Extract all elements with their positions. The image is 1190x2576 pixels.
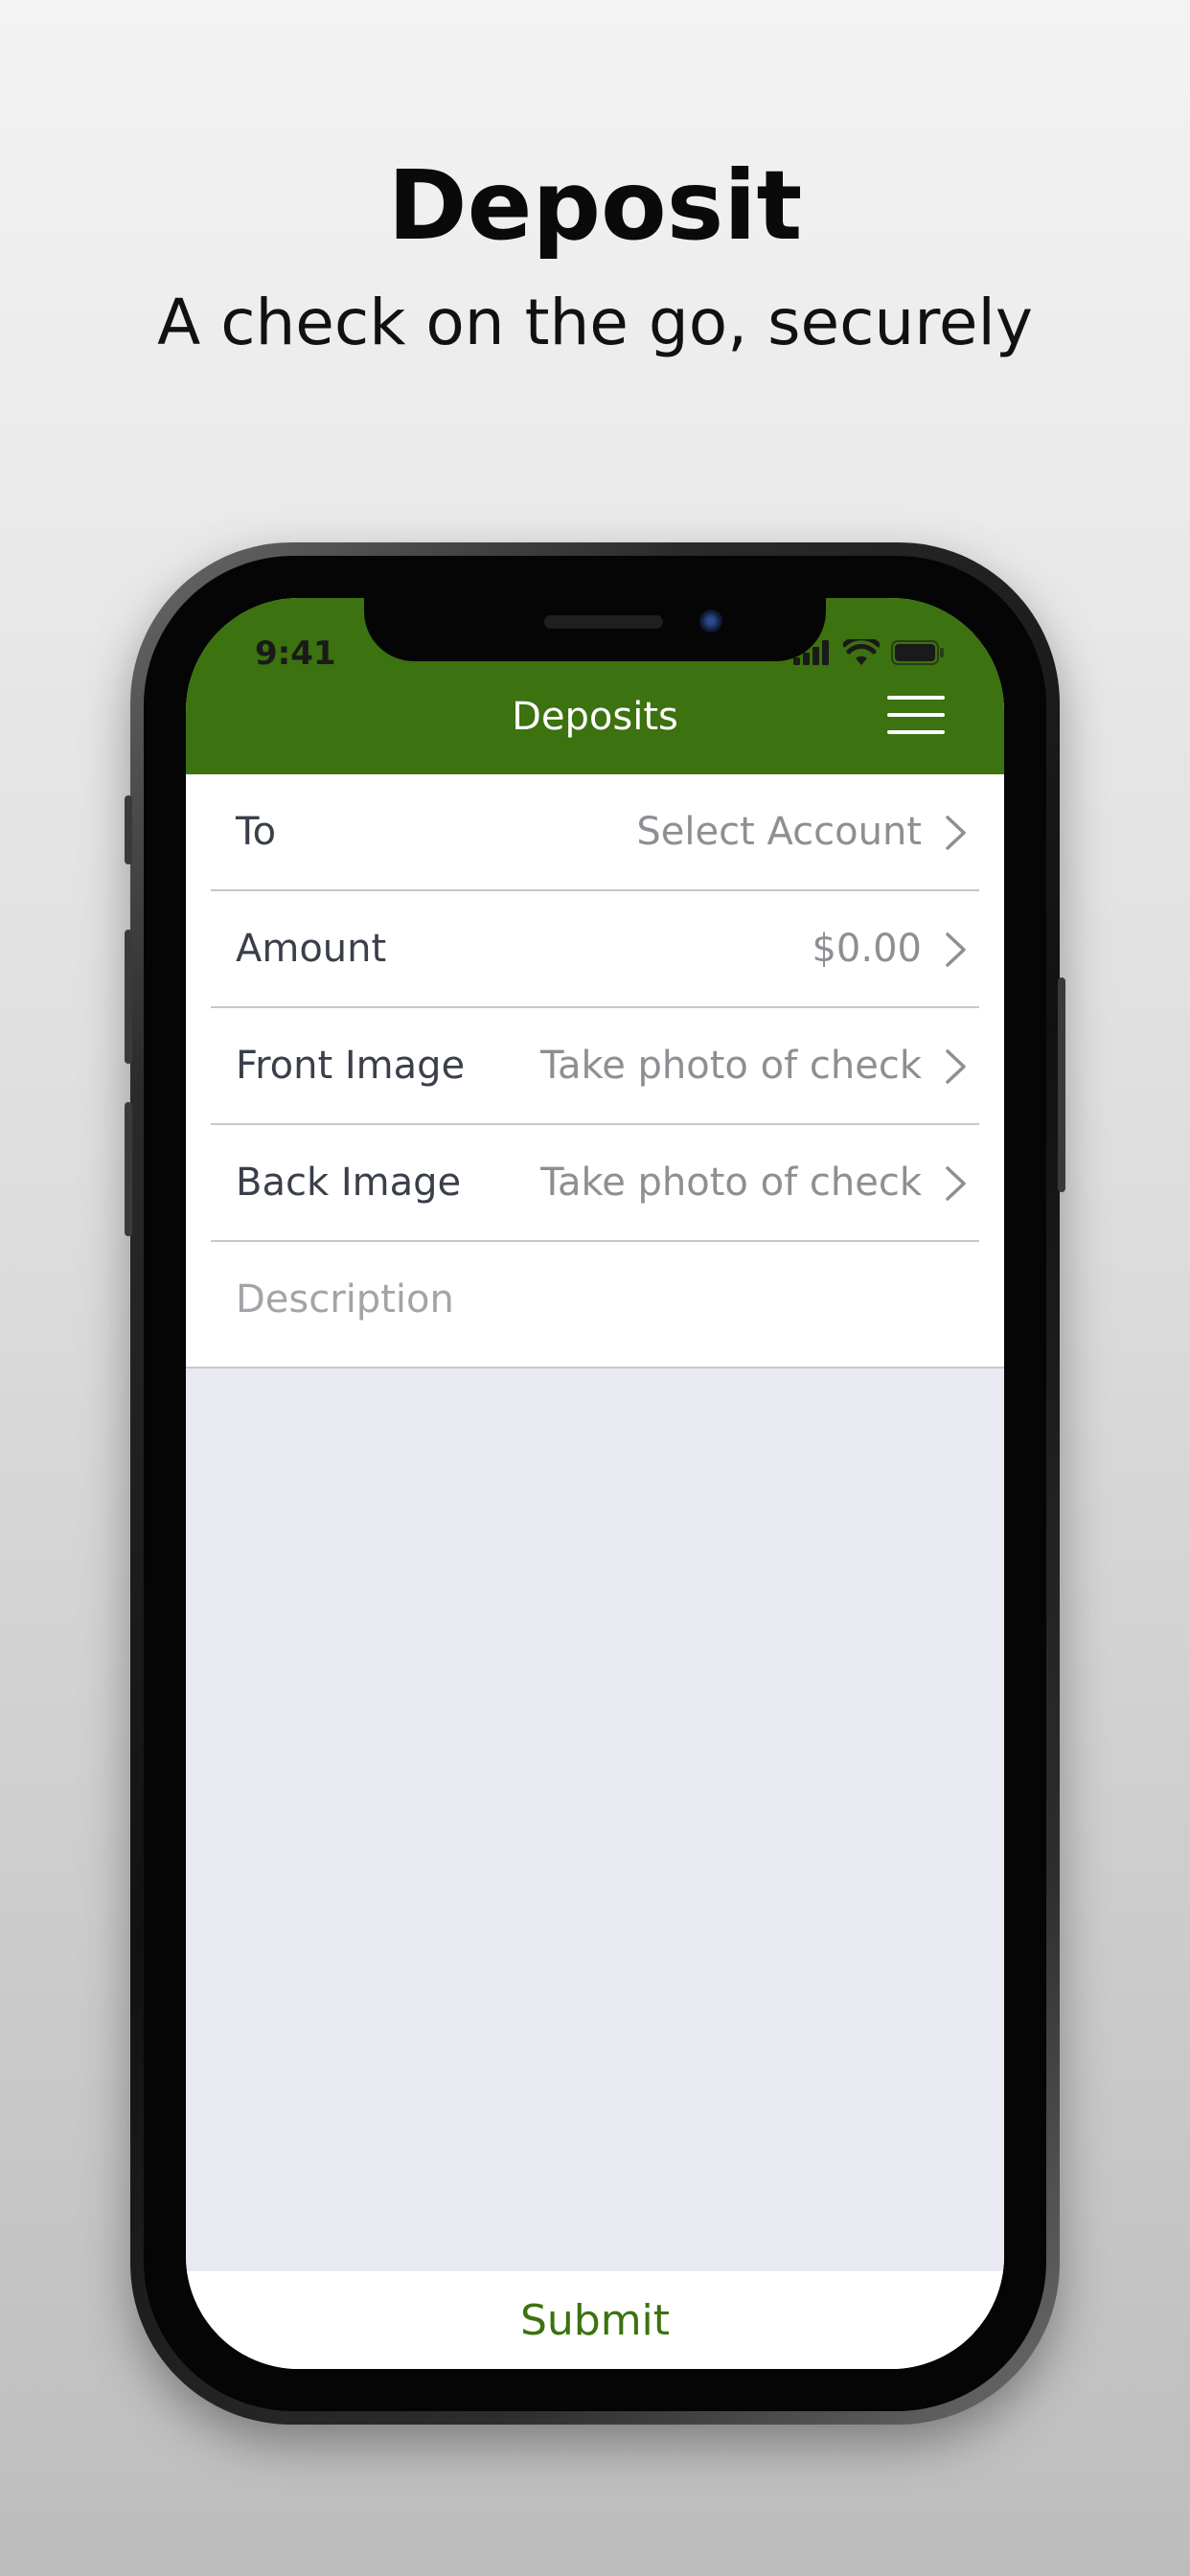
chevron-right-icon [946,1049,966,1084]
power-button [1058,978,1065,1192]
nav-title: Deposits [512,695,678,739]
select-account-value: Select Account [636,810,922,854]
phone-frame: 9:41 Deposits To Select Account Amount $… [125,542,1065,2425]
deposit-form: To Select Account Amount $0.00 Front Ima… [186,774,1004,1357]
wifi-icon [843,639,880,665]
speaker [544,615,663,629]
volume-up-button [125,930,132,1064]
status-time: 9:41 [255,634,336,673]
promo-title: Deposit [387,150,803,262]
submit-bar: Submit [186,2271,1004,2369]
content-background [186,1367,1004,2273]
amount-row[interactable]: Amount $0.00 [211,891,979,1008]
promo-subtitle: A check on the go, securely [157,286,1033,359]
to-label: To [236,810,277,854]
status-icons [793,636,945,669]
front-image-row[interactable]: Front Image Take photo of check [211,1008,979,1125]
chevron-right-icon [946,1166,966,1201]
app-screen: 9:41 Deposits To Select Account Amount $… [186,598,1004,2369]
front-camera [699,610,722,632]
chevron-right-icon [946,932,966,967]
front-image-label: Front Image [236,1044,466,1088]
amount-value: $0.00 [812,927,922,971]
front-image-value: Take photo of check [540,1044,922,1088]
back-image-label: Back Image [236,1161,462,1205]
description-field[interactable]: Description [211,1242,979,1357]
amount-label: Amount [236,927,387,971]
chevron-right-icon [946,816,966,850]
silent-switch [125,795,132,864]
back-image-value: Take photo of check [540,1161,922,1205]
volume-down-button [125,1102,132,1236]
description-placeholder: Description [236,1277,454,1322]
to-account-row[interactable]: To Select Account [211,774,979,891]
battery-icon [891,640,944,665]
hamburger-menu-icon[interactable] [887,686,945,744]
back-image-row[interactable]: Back Image Take photo of check [211,1125,979,1242]
submit-button[interactable]: Submit [515,2295,675,2346]
notch [364,598,826,661]
